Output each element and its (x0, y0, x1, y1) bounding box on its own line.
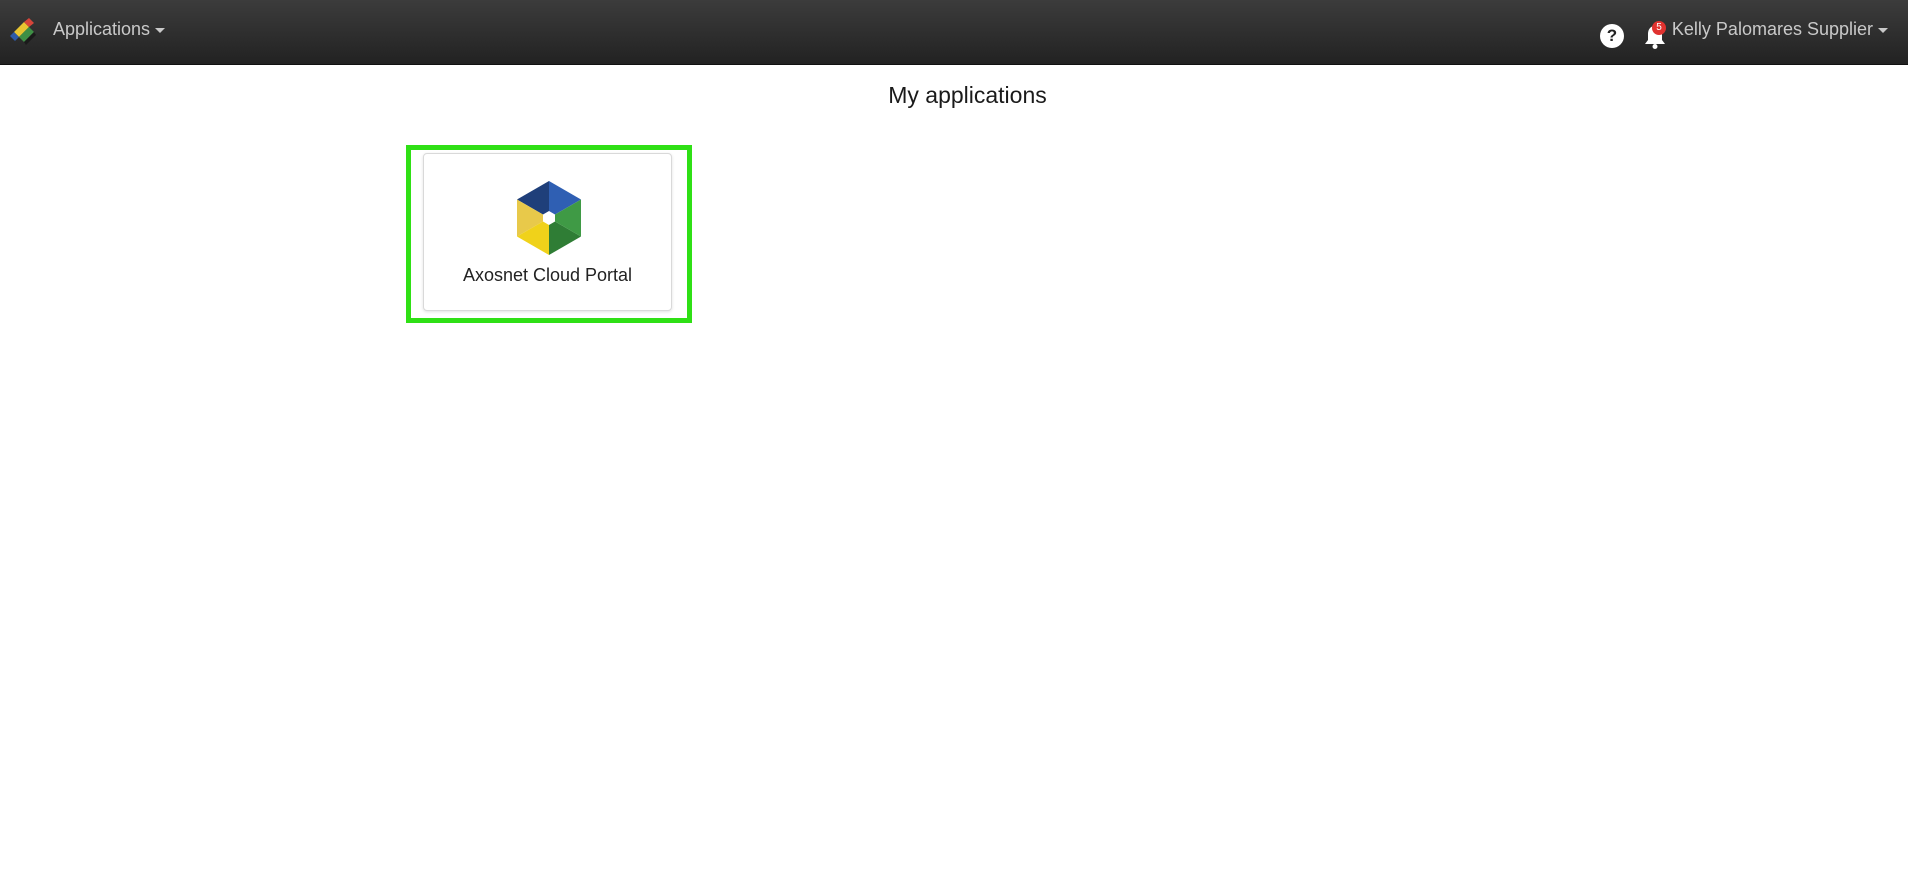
applications-menu[interactable]: Applications (53, 19, 166, 40)
chevron-down-icon (1878, 28, 1888, 33)
brand-logo-icon[interactable] (10, 18, 38, 46)
user-menu[interactable]: Kelly Palomares Supplier (1672, 19, 1888, 40)
applications-menu-label: Applications (53, 19, 151, 39)
chevron-down-icon (155, 28, 166, 33)
axosnet-hexagon-icon (517, 181, 581, 255)
user-name: Kelly Palomares Supplier (1671, 19, 1873, 39)
app-tile-axosnet[interactable]: Axosnet Cloud Portal (423, 153, 672, 311)
top-navbar: Applications ? 5 Kelly Palomares Supplie… (0, 0, 1908, 65)
page-title: My applications (888, 82, 1047, 108)
help-button[interactable]: ? (1600, 24, 1624, 48)
app-tile-label: Axosnet Cloud Portal (462, 265, 633, 285)
notification-badge: 5 (1652, 21, 1666, 35)
